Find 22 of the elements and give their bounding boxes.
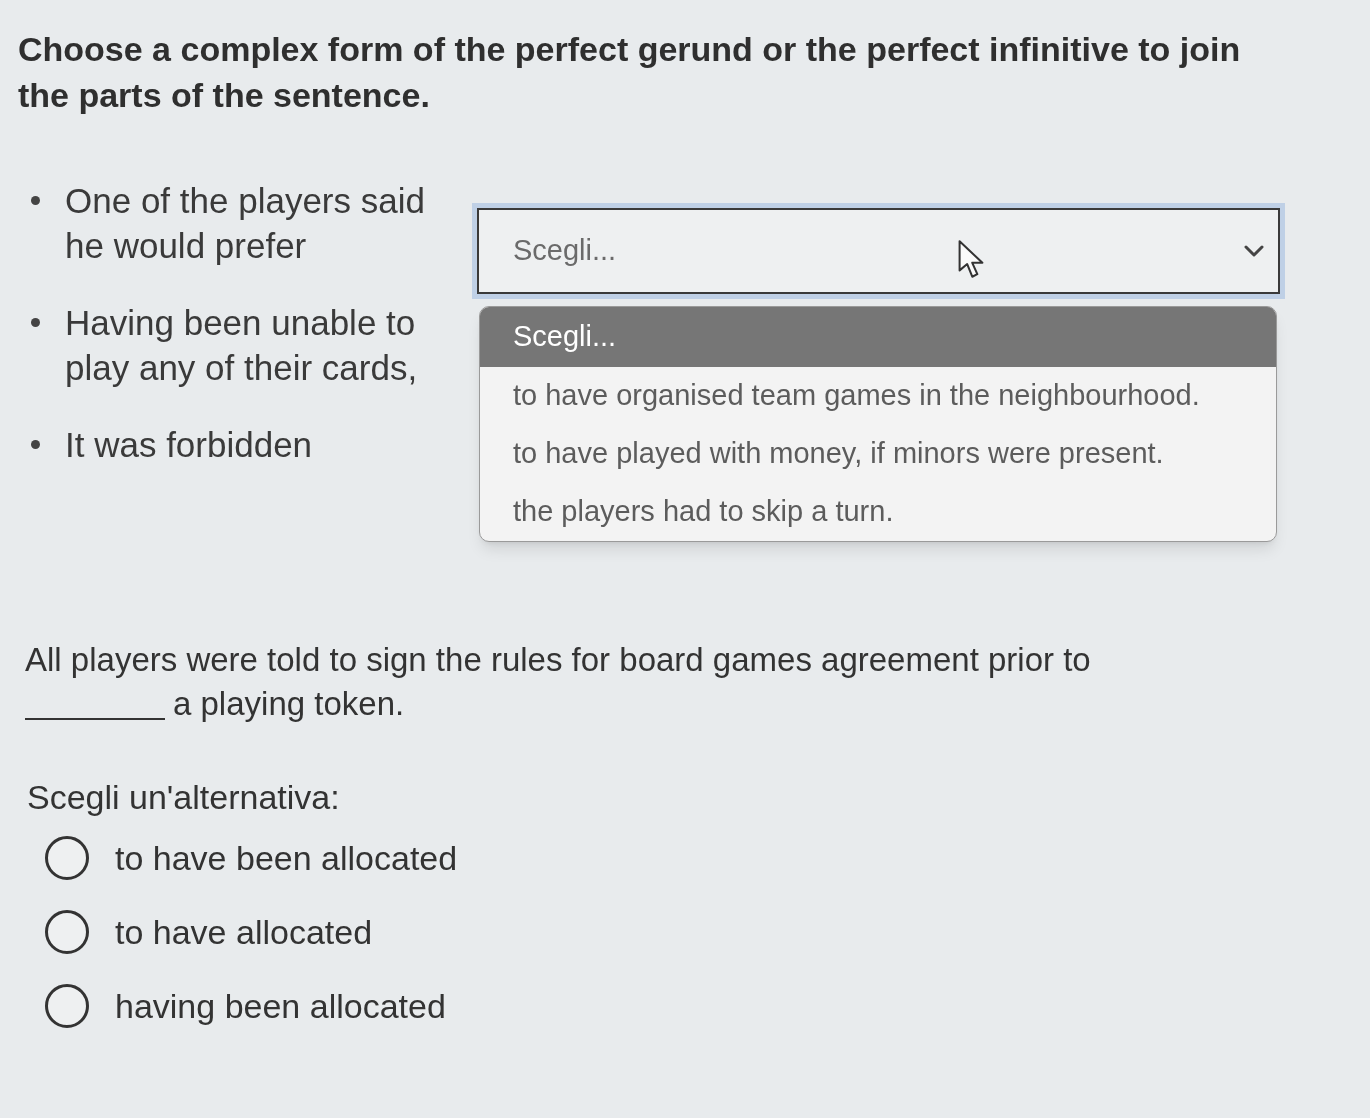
dropdown-option[interactable]: the players had to skip a turn.: [480, 483, 1276, 541]
bullet-icon: [31, 196, 40, 205]
instruction-text: Choose a complex form of the perfect gerund or the perfect infinitive to join the parts of the sentence.: [18, 29, 1242, 116]
dropdown-option[interactable]: Scegli...: [480, 307, 1276, 367]
answer-prompt: Scegli un'alternativa:: [27, 777, 341, 818]
radio-button[interactable]: [45, 836, 89, 880]
bullet-icon: [31, 440, 40, 449]
prompt-text: It was forbidden: [65, 424, 314, 466]
question-text: a playing token.: [173, 684, 405, 724]
question-text: All players were told to sign the rules for board games agreement prior to: [25, 640, 1092, 680]
choice-label: to have been allocated: [115, 838, 458, 879]
radio-button[interactable]: [45, 910, 89, 954]
dropdown-option[interactable]: to have organised team games in the neighbourhood.: [480, 367, 1276, 425]
prompt-text: One of the players said he would prefer: [65, 180, 426, 267]
chevron-down-icon: [1244, 245, 1264, 257]
choice-label: to have allocated: [115, 912, 373, 953]
prompt-text: Having been unable to play any of their cards,: [65, 302, 419, 389]
bullet-icon: [31, 318, 40, 327]
choice-label: having been allocated: [115, 986, 446, 1027]
dropdown-option[interactable]: to have played with money, if minors were present.: [480, 425, 1276, 483]
mouse-pointer-icon: [958, 240, 984, 278]
radio-button[interactable]: [45, 984, 89, 1028]
